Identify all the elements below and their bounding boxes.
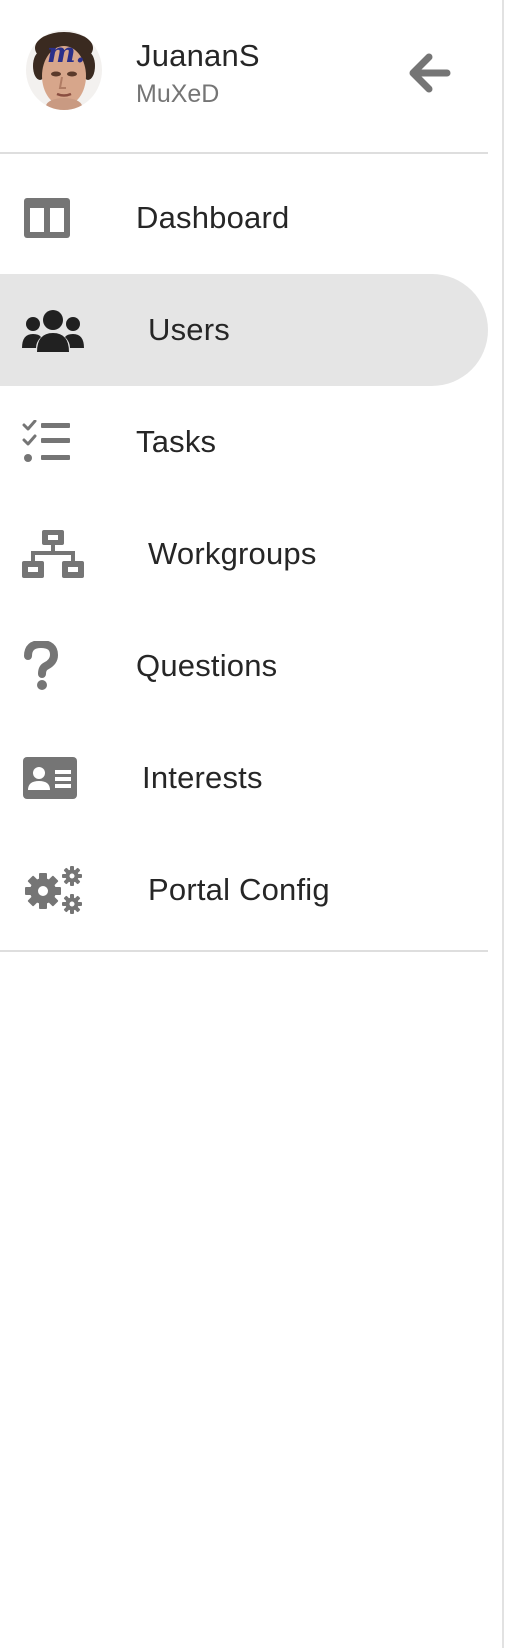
nav-item-tasks[interactable]: Tasks	[0, 386, 488, 498]
nav-item-label: Dashboard	[136, 200, 290, 235]
header-divider	[0, 152, 488, 154]
nav-item-users[interactable]: Users	[0, 274, 488, 386]
dashboard-columns-icon	[22, 188, 86, 248]
drawer-header: m. JuananS MuXeD	[0, 0, 488, 152]
svg-text:m.: m.	[47, 38, 85, 69]
nav-item-dashboard[interactable]: Dashboard	[0, 162, 488, 274]
sitemap-icon	[22, 524, 86, 584]
nav-menu: Dashboard Users Tasks Workgroups Questio…	[0, 162, 488, 946]
drawer-edge	[502, 0, 504, 1648]
nav-divider	[0, 950, 488, 952]
collapse-drawer-button[interactable]	[400, 44, 458, 102]
id-card-icon	[22, 748, 86, 808]
question-mark-icon	[22, 636, 86, 696]
user-avatar[interactable]: m.	[26, 30, 102, 110]
nav-item-workgroups[interactable]: Workgroups	[0, 498, 488, 610]
navigation-drawer: m. JuananS MuXeD Dashboard Users Tasks W…	[0, 0, 502, 1648]
tasks-checklist-icon	[22, 412, 86, 472]
nav-item-label: Interests	[142, 760, 263, 795]
cogs-icon	[22, 860, 86, 920]
user-name: JuananS	[136, 38, 260, 73]
user-avatar-photo: m.	[26, 30, 102, 110]
arrow-left-icon	[409, 53, 451, 93]
users-group-icon	[22, 300, 86, 360]
nav-item-label: Workgroups	[148, 536, 317, 571]
nav-item-label: Users	[148, 312, 230, 347]
nav-item-portal-config[interactable]: Portal Config	[0, 834, 488, 946]
nav-item-label: Portal Config	[148, 872, 330, 907]
nav-item-interests[interactable]: Interests	[0, 722, 488, 834]
nav-item-label: Questions	[136, 648, 278, 683]
nav-item-questions[interactable]: Questions	[0, 610, 488, 722]
user-organization: MuXeD	[136, 80, 220, 108]
nav-item-label: Tasks	[136, 424, 217, 459]
